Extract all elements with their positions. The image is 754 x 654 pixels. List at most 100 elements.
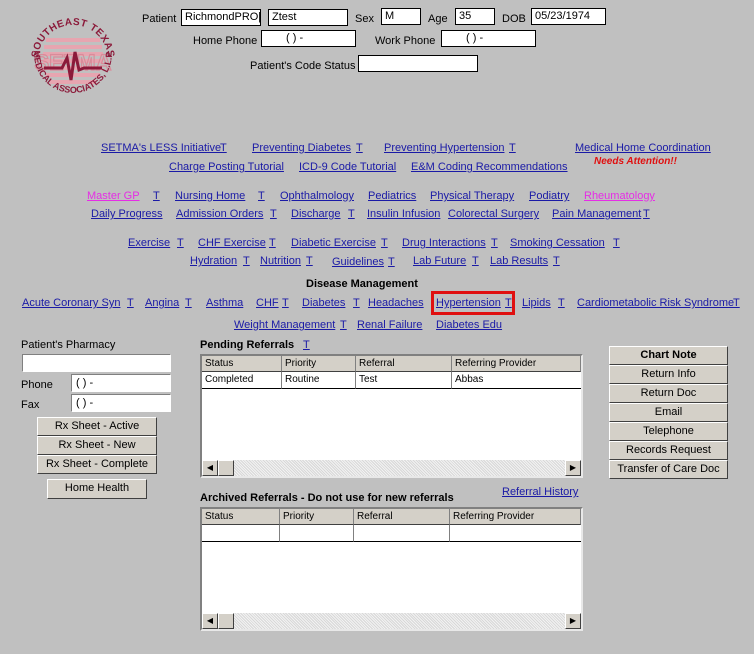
- email-button[interactable]: Email: [609, 403, 728, 422]
- link-diabetic-exercise-t[interactable]: T: [381, 237, 388, 249]
- column-header-priority[interactable]: Priority: [282, 356, 356, 372]
- link-lipids[interactable]: Lipids: [522, 297, 551, 309]
- link-em-coding-recommendations[interactable]: E&M Coding Recommendations: [411, 161, 568, 173]
- rx-sheet-complete-button[interactable]: Rx Sheet - Complete: [37, 455, 157, 474]
- link-cardiometabolic-risk-syndrome[interactable]: Cardiometabolic Risk Syndrome: [577, 297, 734, 309]
- link-setma-less-initiative[interactable]: SETMA's LESS Initiative: [101, 142, 221, 154]
- link-renal-failure[interactable]: Renal Failure: [357, 319, 422, 331]
- sex-field[interactable]: M: [381, 8, 421, 25]
- link-diabetes[interactable]: Diabetes: [302, 297, 345, 309]
- column-header-status[interactable]: Status: [202, 509, 280, 525]
- scroll-left-icon[interactable]: ◀: [202, 460, 218, 476]
- transfer-of-care-doc-button[interactable]: Transfer of Care Doc: [609, 460, 728, 479]
- link-admission-orders-t[interactable]: T: [270, 208, 277, 220]
- link-podiatry[interactable]: Podiatry: [529, 190, 569, 202]
- link-acute-coronary-syn-t[interactable]: T: [127, 297, 134, 309]
- link-nursing-home[interactable]: Nursing Home: [175, 190, 245, 202]
- link-headaches[interactable]: Headaches: [368, 297, 424, 309]
- link-rheumatology[interactable]: Rheumatology: [584, 190, 655, 202]
- link-angina[interactable]: Angina: [145, 297, 179, 309]
- link-acute-coronary-syn[interactable]: Acute Coronary Syn: [22, 297, 120, 309]
- link-master-gp-t[interactable]: T: [153, 190, 160, 202]
- link-physical-therapy[interactable]: Physical Therapy: [430, 190, 514, 202]
- pending-referrals-t-link[interactable]: T: [303, 339, 310, 351]
- link-cardiometabolic-risk-syndrome-t[interactable]: T: [733, 297, 740, 309]
- link-guidelines[interactable]: Guidelines: [332, 256, 384, 268]
- pharmacy-phone-field[interactable]: ( ) -: [71, 374, 171, 392]
- link-asthma[interactable]: Asthma: [206, 297, 243, 309]
- referral-history-link[interactable]: Referral History: [502, 486, 578, 498]
- link-chf-t[interactable]: T: [282, 297, 289, 309]
- column-header-referring-provider[interactable]: Referring Provider: [452, 356, 581, 372]
- column-header-referral[interactable]: Referral: [354, 509, 450, 525]
- pharmacy-field[interactable]: [22, 354, 171, 372]
- link-hypertension-t[interactable]: T: [505, 297, 512, 309]
- link-chf-exercise-t[interactable]: T: [269, 237, 276, 249]
- link-preventing-hypertension[interactable]: Preventing Hypertension: [384, 142, 504, 154]
- pending-horizontal-scrollbar[interactable]: ◀ ▶: [202, 460, 581, 476]
- rx-sheet-new-button[interactable]: Rx Sheet - New: [37, 436, 157, 455]
- home-health-button[interactable]: Home Health: [47, 479, 147, 499]
- telephone-button[interactable]: Telephone: [609, 422, 728, 441]
- link-chf[interactable]: CHF: [256, 297, 279, 309]
- link-pain-management-t[interactable]: T: [643, 208, 650, 220]
- link-hydration[interactable]: Hydration: [190, 255, 237, 267]
- column-header-referring-provider[interactable]: Referring Provider: [450, 509, 581, 525]
- scroll-thumb[interactable]: [218, 460, 234, 476]
- patient-last-name-field[interactable]: RichmondPRO[: [181, 9, 261, 26]
- link-daily-progress[interactable]: Daily Progress: [91, 208, 163, 220]
- link-exercise-t[interactable]: T: [177, 237, 184, 249]
- link-discharge-t[interactable]: T: [348, 208, 355, 220]
- link-weight-management[interactable]: Weight Management: [234, 319, 335, 331]
- link-drug-interactions[interactable]: Drug Interactions: [402, 237, 486, 249]
- link-nursing-home-t[interactable]: T: [258, 190, 265, 202]
- age-field[interactable]: 35: [455, 8, 495, 25]
- link-icd9-code-tutorial[interactable]: ICD-9 Code Tutorial: [299, 161, 396, 173]
- link-smoking-cessation[interactable]: Smoking Cessation: [510, 237, 605, 249]
- link-nutrition[interactable]: Nutrition: [260, 255, 301, 267]
- link-setma-less-initiative-t[interactable]: T: [220, 142, 227, 154]
- pharmacy-fax-field[interactable]: ( ) -: [71, 394, 171, 412]
- link-ophthalmology[interactable]: Ophthalmology: [280, 190, 354, 202]
- code-status-field[interactable]: [358, 55, 478, 72]
- dob-field[interactable]: 05/23/1974: [531, 8, 606, 25]
- home-phone-field[interactable]: ( ) -: [261, 30, 356, 47]
- link-preventing-hypertension-t[interactable]: T: [509, 142, 516, 154]
- link-diabetic-exercise[interactable]: Diabetic Exercise: [291, 237, 376, 249]
- link-insulin-infusion[interactable]: Insulin Infusion: [367, 208, 440, 220]
- scroll-right-icon[interactable]: ▶: [565, 613, 581, 629]
- link-colorectal-surgery[interactable]: Colorectal Surgery: [448, 208, 539, 220]
- link-chf-exercise[interactable]: CHF Exercise: [198, 237, 266, 249]
- patient-first-name-field[interactable]: Ztest: [268, 9, 348, 26]
- column-header-status[interactable]: Status: [202, 356, 282, 372]
- link-lab-future[interactable]: Lab Future: [413, 255, 466, 267]
- link-pain-management[interactable]: Pain Management: [552, 208, 641, 220]
- link-discharge[interactable]: Discharge: [291, 208, 341, 220]
- link-lab-future-t[interactable]: T: [472, 255, 479, 267]
- return-doc-button[interactable]: Return Doc: [609, 384, 728, 403]
- return-info-button[interactable]: Return Info: [609, 365, 728, 384]
- link-admission-orders[interactable]: Admission Orders: [176, 208, 263, 220]
- column-header-priority[interactable]: Priority: [280, 509, 354, 525]
- link-diabetes-t[interactable]: T: [353, 297, 360, 309]
- archived-horizontal-scrollbar[interactable]: ◀ ▶: [202, 613, 581, 629]
- link-diabetes-edu[interactable]: Diabetes Edu: [436, 319, 502, 331]
- link-guidelines-t[interactable]: T: [388, 256, 395, 268]
- chart-note-button[interactable]: Chart Note: [609, 346, 728, 365]
- link-lab-results[interactable]: Lab Results: [490, 255, 548, 267]
- link-nutrition-t[interactable]: T: [306, 255, 313, 267]
- link-weight-management-t[interactable]: T: [340, 319, 347, 331]
- link-exercise[interactable]: Exercise: [128, 237, 170, 249]
- link-charge-posting-tutorial[interactable]: Charge Posting Tutorial: [169, 161, 284, 173]
- link-master-gp[interactable]: Master GP: [87, 190, 140, 202]
- link-preventing-diabetes-t[interactable]: T: [356, 142, 363, 154]
- link-preventing-diabetes[interactable]: Preventing Diabetes: [252, 142, 351, 154]
- link-drug-interactions-t[interactable]: T: [491, 237, 498, 249]
- records-request-button[interactable]: Records Request: [609, 441, 728, 460]
- rx-sheet-active-button[interactable]: Rx Sheet - Active: [37, 417, 157, 436]
- scroll-right-icon[interactable]: ▶: [565, 460, 581, 476]
- work-phone-field[interactable]: ( ) -: [441, 30, 536, 47]
- scroll-left-icon[interactable]: ◀: [202, 613, 218, 629]
- link-hydration-t[interactable]: T: [243, 255, 250, 267]
- link-smoking-cessation-t[interactable]: T: [613, 237, 620, 249]
